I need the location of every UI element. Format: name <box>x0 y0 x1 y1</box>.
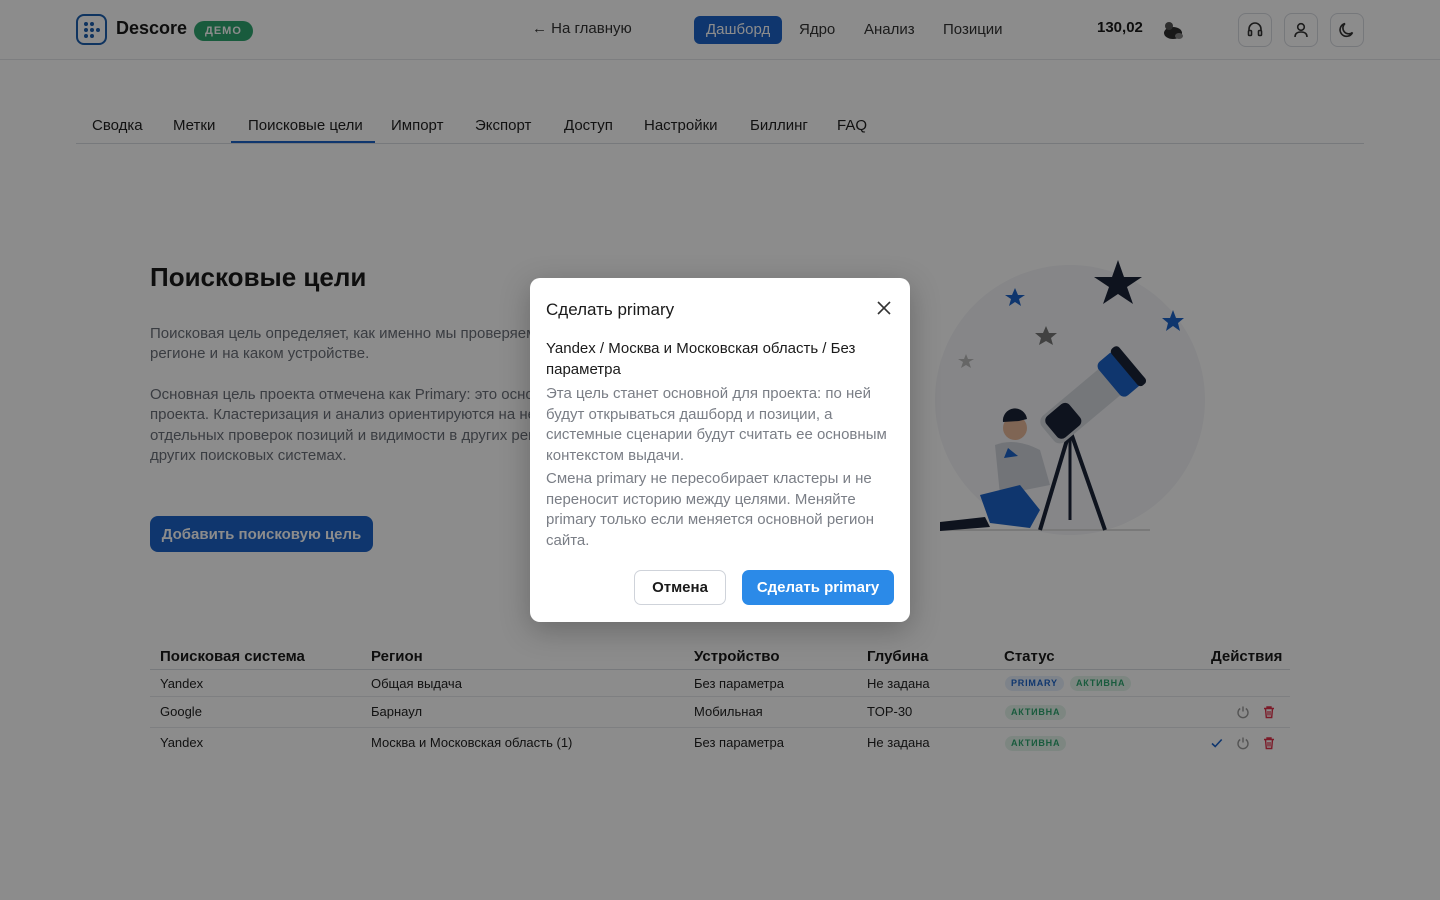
cancel-button[interactable]: Отмена <box>634 570 726 605</box>
dialog-target-line: Yandex / Москва и Московская область / Б… <box>546 340 856 357</box>
dialog-target-line: параметра <box>546 360 621 378</box>
make-primary-button[interactable]: Сделать primary <box>742 570 894 605</box>
make-primary-dialog: Сделать primary Yandex / Москва и Москов… <box>530 278 910 622</box>
dialog-text: Эта цель станет основной для проекта: по… <box>546 385 887 464</box>
dialog-title: Сделать primary <box>546 300 675 319</box>
close-icon[interactable] <box>876 300 892 316</box>
dialog-text: Смена primary не пересобирает кластеры и… <box>546 470 875 549</box>
dialog-target: Yandex / Москва и Московская область / Б… <box>546 339 886 380</box>
